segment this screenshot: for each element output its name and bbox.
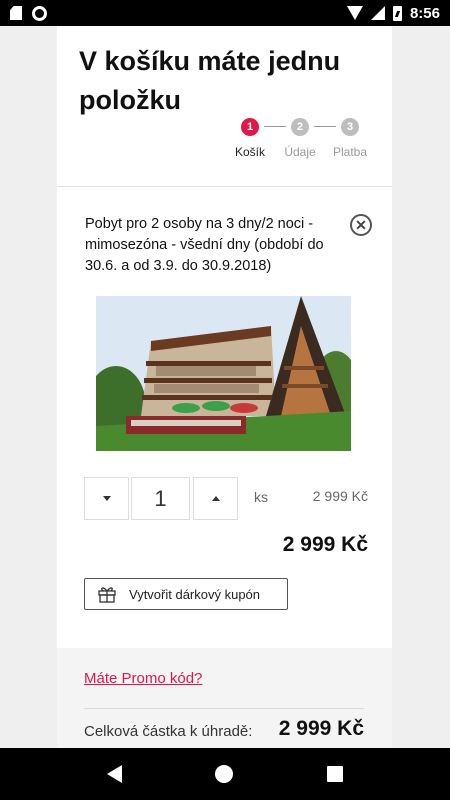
- step-cart[interactable]: 1 Košík: [225, 114, 275, 159]
- step-number: 2: [291, 118, 309, 136]
- step-label: Platba: [332, 145, 368, 159]
- recent-apps-icon[interactable]: [327, 766, 344, 782]
- summary-section: Máte Promo kód? Celková částka k úhradě:…: [57, 648, 392, 748]
- status-bar: 8:56: [0, 0, 450, 26]
- remove-item-button[interactable]: ✕: [350, 214, 372, 236]
- sd-card-icon: [10, 6, 22, 20]
- step-payment[interactable]: 3 Platba: [325, 114, 375, 159]
- quantity-input[interactable]: 1: [131, 477, 190, 520]
- section-divider: [57, 186, 392, 187]
- home-icon[interactable]: [215, 765, 234, 783]
- triangle-up-icon: [211, 496, 220, 501]
- product-image: [96, 296, 351, 451]
- checkout-stepper: 1 Košík 2 Údaje 3 Platba: [225, 114, 375, 159]
- gift-button-label: Vytvořit dárkový kupón: [129, 586, 261, 602]
- product-name: Pobyt pro 2 osoby na 3 dny/2 noci - mimo…: [85, 216, 324, 274]
- line-total: 2 999 Kč: [282, 533, 368, 556]
- unit-price: 2 999 Kč: [312, 488, 368, 504]
- status-clock: 8:56: [409, 4, 440, 22]
- signal-icon: [370, 6, 385, 20]
- wifi-icon: [346, 6, 363, 20]
- total-value: 2 999 Kč: [278, 717, 364, 740]
- increase-quantity-button[interactable]: [193, 477, 238, 520]
- step-label: Košík: [234, 145, 265, 159]
- navigation-bar: [0, 748, 450, 800]
- step-number: 3: [341, 118, 359, 136]
- gift-icon: [98, 587, 116, 603]
- summary-divider: [84, 708, 364, 709]
- status-right: 8:56: [346, 4, 440, 22]
- step-label: Údaje: [284, 145, 316, 159]
- status-left: [10, 5, 47, 21]
- promo-code-link[interactable]: Máte Promo kód?: [84, 670, 202, 687]
- cart-card: V košíku máte jednu položku 1 Košík 2 Úd…: [57, 26, 392, 748]
- step-details[interactable]: 2 Údaje: [275, 114, 325, 159]
- quantity-unit: ks: [254, 489, 268, 505]
- triangle-down-icon: [102, 496, 111, 501]
- hotel-photo: [96, 296, 351, 451]
- close-icon: ✕: [355, 217, 367, 233]
- sync-icon: [32, 5, 47, 21]
- back-icon[interactable]: [106, 765, 122, 783]
- step-number: 1: [241, 118, 259, 136]
- total-label: Celková částka k úhradě:: [84, 723, 253, 740]
- decrease-quantity-button[interactable]: [84, 477, 129, 520]
- battery-charging-icon: [392, 5, 402, 21]
- create-gift-voucher-button[interactable]: Vytvořit dárkový kupón: [84, 578, 288, 610]
- page-title: V košíku máte jednu položku: [79, 46, 341, 115]
